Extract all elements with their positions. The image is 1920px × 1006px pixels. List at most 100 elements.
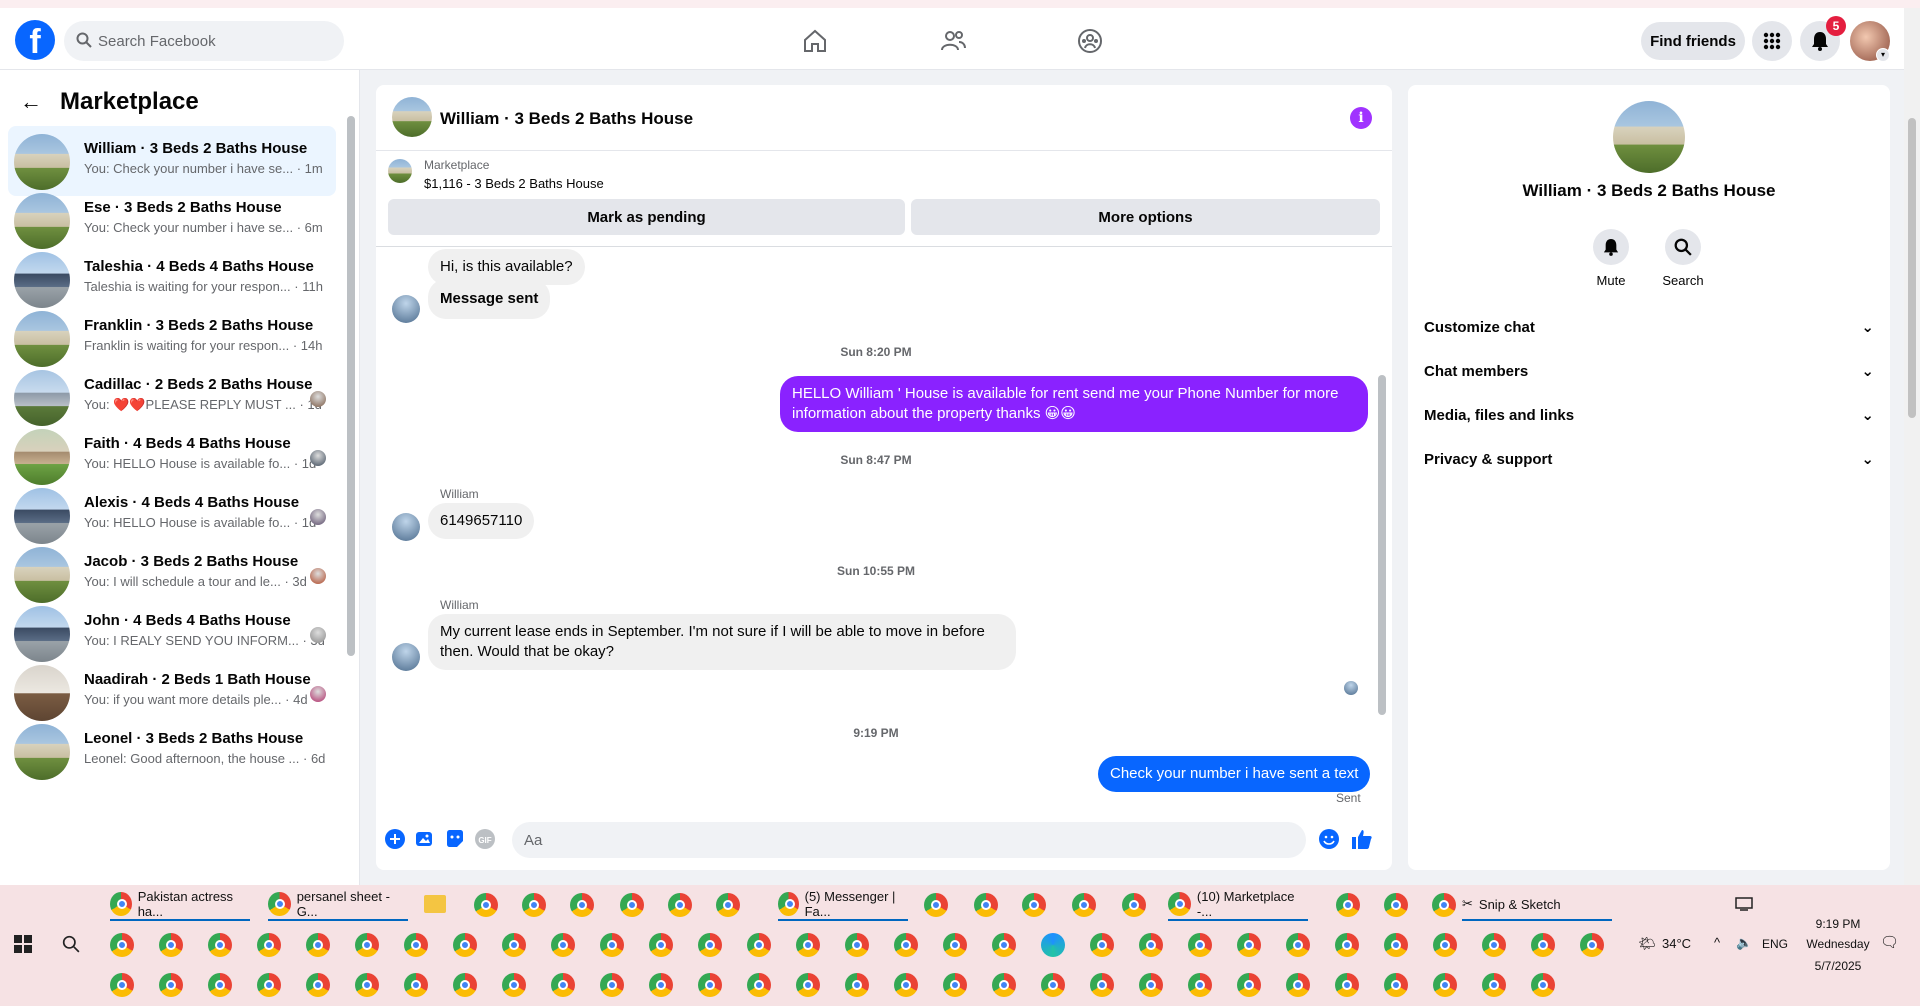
back-arrow-icon[interactable]: ← — [20, 89, 42, 115]
chat-house-thumbnail[interactable] — [392, 97, 432, 137]
chrome-taskbar-icon[interactable] — [600, 933, 624, 957]
chrome-taskbar-icon[interactable] — [1188, 933, 1212, 957]
menu-grid-icon[interactable] — [1752, 21, 1792, 61]
chrome-taskbar-icon[interactable] — [992, 973, 1016, 997]
home-nav-icon[interactable] — [800, 26, 830, 56]
search-input[interactable] — [98, 21, 338, 61]
chrome-taskbar-icon[interactable] — [600, 973, 624, 997]
chrome-taskbar-icon[interactable] — [845, 973, 869, 997]
chrome-taskbar-icon[interactable] — [355, 973, 379, 997]
notification-center-icon[interactable]: 🗨 — [1880, 933, 1899, 951]
taskbar-search-icon[interactable] — [62, 935, 80, 958]
chrome-taskbar-icon[interactable] — [1433, 973, 1457, 997]
search-conversation-button[interactable]: Search — [1653, 229, 1713, 288]
chrome-taskbar-icon[interactable] — [1139, 973, 1163, 997]
chat-scrollbar[interactable] — [1378, 375, 1386, 715]
taskbar-window-tab[interactable]: Pakistan actress ha... — [110, 889, 250, 921]
chrome-taskbar-icon[interactable] — [620, 893, 644, 917]
chrome-taskbar-icon[interactable] — [453, 973, 477, 997]
chrome-taskbar-icon[interactable] — [355, 933, 379, 957]
photo-icon[interactable] — [414, 828, 436, 850]
sidebar-scrollbar[interactable] — [347, 116, 355, 656]
chrome-taskbar-icon[interactable] — [747, 973, 771, 997]
chrome-taskbar-icon[interactable] — [257, 933, 281, 957]
privacy-support-row[interactable]: Privacy & support ⌄ — [1424, 441, 1874, 477]
mute-button[interactable]: Mute — [1581, 229, 1641, 288]
chrome-taskbar-icon[interactable] — [943, 973, 967, 997]
customize-chat-row[interactable]: Customize chat ⌄ — [1424, 309, 1874, 345]
chrome-taskbar-icon[interactable] — [1580, 933, 1604, 957]
chevron-up-icon[interactable]: ^ — [1714, 935, 1720, 950]
chat-title[interactable]: William · 3 Beds 2 Baths House — [440, 109, 693, 129]
chrome-taskbar-icon[interactable] — [1090, 973, 1114, 997]
chrome-taskbar-icon[interactable] — [306, 933, 330, 957]
mark-as-pending-button[interactable]: Mark as pending — [388, 199, 905, 235]
search-box[interactable] — [64, 21, 344, 61]
thumbs-up-icon[interactable] — [1351, 828, 1373, 850]
chrome-taskbar-icon[interactable] — [1335, 933, 1359, 957]
chrome-taskbar-icon[interactable] — [716, 893, 740, 917]
chrome-taskbar-icon[interactable] — [1531, 973, 1555, 997]
chrome-taskbar-icon[interactable] — [845, 933, 869, 957]
listing-thumbnail[interactable] — [388, 159, 412, 183]
chrome-taskbar-icon[interactable] — [1384, 933, 1408, 957]
sender-avatar[interactable] — [392, 295, 420, 323]
chrome-taskbar-icon[interactable] — [668, 893, 692, 917]
sticker-icon[interactable] — [444, 828, 466, 850]
chrome-taskbar-icon[interactable] — [894, 973, 918, 997]
chrome-taskbar-icon[interactable] — [1237, 933, 1261, 957]
chrome-taskbar-icon[interactable] — [257, 973, 281, 997]
chrome-taskbar-icon[interactable] — [1482, 973, 1506, 997]
page-scrollbar-thumb[interactable] — [1908, 118, 1916, 418]
sender-avatar[interactable] — [392, 513, 420, 541]
chrome-taskbar-icon[interactable] — [1122, 893, 1146, 917]
chrome-taskbar-icon[interactable] — [502, 973, 526, 997]
friends-nav-icon[interactable] — [938, 26, 968, 56]
chrome-taskbar-icon[interactable] — [159, 933, 183, 957]
chrome-taskbar-icon[interactable] — [404, 973, 428, 997]
info-icon[interactable]: i — [1350, 107, 1372, 129]
listing-price-title[interactable]: $1,116 - 3 Beds 2 Baths House — [424, 176, 604, 191]
emoji-icon[interactable] — [1318, 828, 1340, 850]
taskbar-window-tab[interactable]: persanel sheet - G... — [268, 889, 408, 921]
clock-day[interactable]: Wednesday — [1800, 937, 1876, 951]
chrome-taskbar-icon[interactable] — [1022, 893, 1046, 917]
chrome-taskbar-icon[interactable] — [1482, 933, 1506, 957]
chrome-taskbar-icon[interactable] — [649, 933, 673, 957]
chrome-taskbar-icon[interactable] — [894, 933, 918, 957]
file-explorer-icon[interactable] — [424, 895, 446, 913]
chrome-taskbar-icon[interactable] — [110, 933, 134, 957]
chrome-taskbar-icon[interactable] — [924, 893, 948, 917]
chrome-taskbar-icon[interactable] — [1336, 893, 1360, 917]
chrome-taskbar-icon[interactable] — [1237, 973, 1261, 997]
chrome-taskbar-icon[interactable] — [159, 973, 183, 997]
chrome-taskbar-icon[interactable] — [1041, 973, 1065, 997]
groups-nav-icon[interactable] — [1075, 26, 1105, 56]
find-friends-button[interactable]: Find friends — [1641, 22, 1745, 60]
weather-icon[interactable]: 🌤 — [1638, 935, 1656, 952]
facebook-logo-icon[interactable]: f — [15, 20, 55, 60]
chrome-taskbar-icon[interactable] — [1139, 933, 1163, 957]
chrome-taskbar-icon[interactable] — [1188, 973, 1212, 997]
chrome-taskbar-icon[interactable] — [1384, 973, 1408, 997]
volume-icon[interactable]: 🔈 — [1736, 935, 1752, 951]
chrome-taskbar-icon[interactable] — [208, 973, 232, 997]
chat-members-row[interactable]: Chat members ⌄ — [1424, 353, 1874, 389]
clock-time[interactable]: 9:19 PM — [1808, 917, 1868, 931]
windows-start-icon[interactable] — [14, 935, 32, 958]
message-bubble-outgoing[interactable]: HELLO William ' House is available for r… — [780, 376, 1368, 432]
chrome-taskbar-icon[interactable] — [649, 973, 673, 997]
taskbar-window-tab[interactable]: (5) Messenger | Fa... — [778, 889, 908, 921]
chrome-taskbar-icon[interactable] — [698, 973, 722, 997]
chrome-taskbar-icon[interactable] — [796, 933, 820, 957]
chrome-taskbar-icon[interactable] — [1433, 933, 1457, 957]
chrome-taskbar-icon[interactable] — [974, 893, 998, 917]
edge-browser-icon[interactable] — [1041, 933, 1065, 957]
chrome-taskbar-icon[interactable] — [570, 893, 594, 917]
media-files-links-row[interactable]: Media, files and links ⌄ — [1424, 397, 1874, 433]
chrome-taskbar-icon[interactable] — [502, 933, 526, 957]
chrome-taskbar-icon[interactable] — [1090, 933, 1114, 957]
clock-date[interactable]: 5/7/2025 — [1805, 959, 1871, 973]
chrome-taskbar-icon[interactable] — [474, 893, 498, 917]
chrome-taskbar-icon[interactable] — [306, 973, 330, 997]
